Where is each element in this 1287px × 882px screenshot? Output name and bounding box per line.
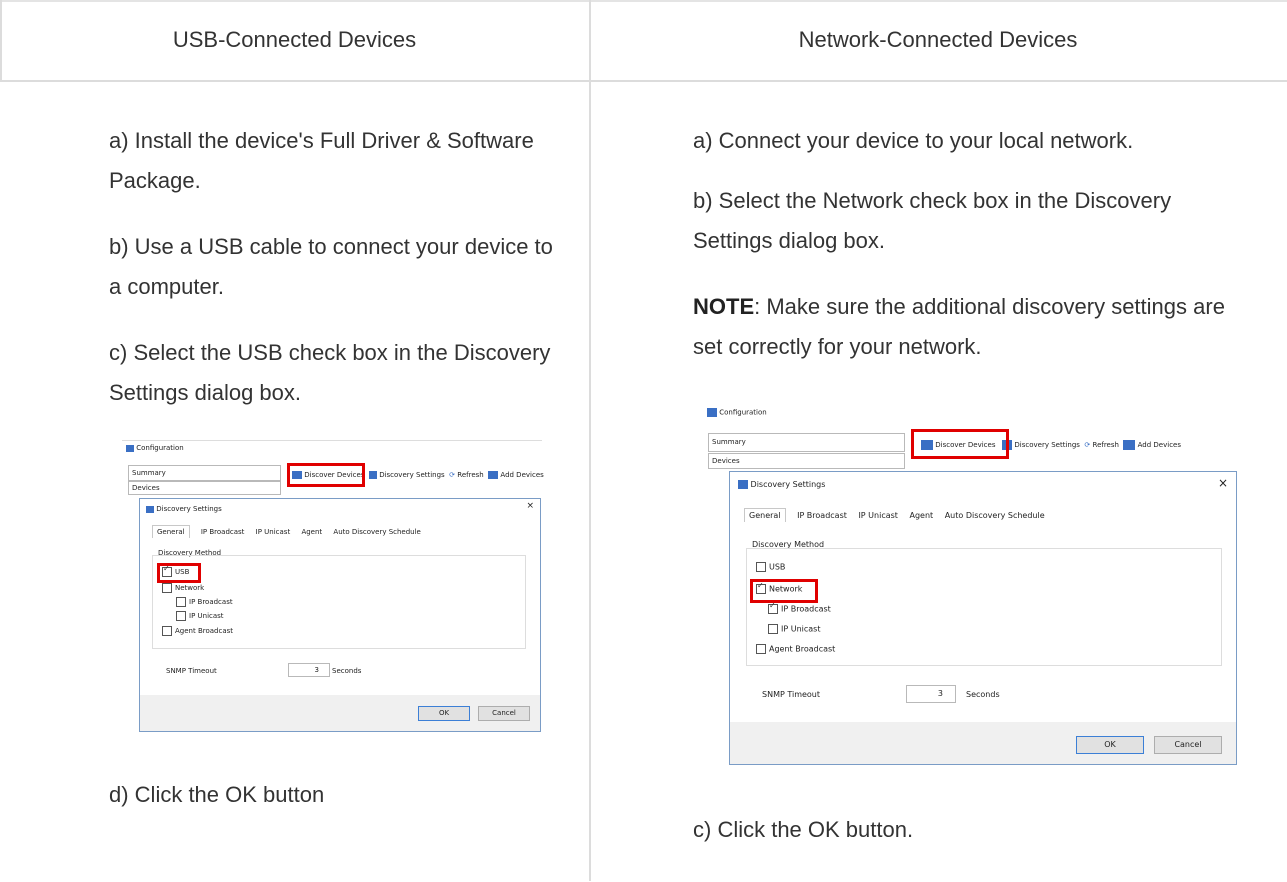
tab-ip-broadcast[interactable]: IP Broadcast xyxy=(797,511,847,520)
usb-step-b: b) Use a USB cable to connect your devic… xyxy=(109,234,553,299)
option-ip-broadcast[interactable]: IP Broadcast xyxy=(176,597,233,607)
cancel-button[interactable]: Cancel xyxy=(478,706,530,721)
refresh-button[interactable]: Refresh xyxy=(1093,441,1119,449)
agent-broadcast-checkbox[interactable] xyxy=(162,626,172,636)
close-icon[interactable]: × xyxy=(526,501,534,511)
option-agent-broadcast[interactable]: Agent Broadcast xyxy=(756,644,835,654)
discovery-settings-button[interactable]: Discovery Settings xyxy=(379,471,445,479)
devices-item[interactable]: Devices xyxy=(128,481,281,495)
tab-agent[interactable]: Agent xyxy=(909,511,933,520)
highlight-discover-devices xyxy=(287,463,365,487)
refresh-icon: ⟳ xyxy=(449,471,456,479)
dialog-tabs: General IP Broadcast IP Unicast Agent Au… xyxy=(152,525,430,538)
seconds-label: Seconds xyxy=(966,690,1000,699)
add-devices-icon xyxy=(1123,440,1136,450)
tab-auto-discovery[interactable]: Auto Discovery Schedule xyxy=(945,511,1045,520)
tab-ip-broadcast[interactable]: IP Broadcast xyxy=(201,528,245,536)
cancel-button[interactable]: Cancel xyxy=(1154,736,1222,754)
close-icon[interactable]: × xyxy=(1218,476,1228,490)
snmp-timeout-label: SNMP Timeout xyxy=(762,690,821,699)
network-checkbox[interactable] xyxy=(162,583,172,593)
add-devices-button[interactable]: Add Devices xyxy=(500,471,543,479)
refresh-button[interactable]: Refresh xyxy=(457,471,483,479)
network-note: NOTE: Make sure the additional discovery… xyxy=(693,287,1253,367)
highlight-discover-devices-network xyxy=(911,429,1009,459)
option-agent-broadcast[interactable]: Agent Broadcast xyxy=(162,626,233,636)
ip-broadcast-checkbox[interactable] xyxy=(768,601,778,614)
ok-button[interactable]: OK xyxy=(418,706,470,721)
network-step-c: c) Click the OK button. xyxy=(693,817,914,842)
add-devices-button[interactable]: Add Devices xyxy=(1138,441,1181,449)
dialog-title: Discovery Settings xyxy=(146,505,222,513)
config-title: Configuration xyxy=(126,444,184,452)
agent-broadcast-checkbox[interactable] xyxy=(756,644,766,654)
add-devices-icon xyxy=(488,471,499,479)
snmp-timeout-input[interactable]: 3 xyxy=(288,663,330,677)
tab-agent[interactable]: Agent xyxy=(301,528,322,536)
tab-ip-unicast[interactable]: IP Unicast xyxy=(256,528,291,536)
tab-general[interactable]: General xyxy=(744,508,786,522)
ok-button[interactable]: OK xyxy=(1076,736,1144,754)
ip-unicast-checkbox[interactable] xyxy=(176,611,186,621)
usb-screenshot: Configuration Summary Devices Discover D… xyxy=(122,440,544,740)
network-step-b: b) Select the Network check box in the D… xyxy=(693,188,1172,253)
usb-step-d: d) Click the OK button xyxy=(109,782,325,807)
header-usb: USB-Connected Devices xyxy=(0,0,589,82)
discovery-settings-dialog-network: Discovery Settings × General IP Broadcas… xyxy=(729,471,1237,765)
usb-step-a: a) Install the device's Full Driver & So… xyxy=(109,128,534,193)
refresh-icon: ⟳ xyxy=(1084,441,1091,449)
network-step-a: a) Connect your device to your local net… xyxy=(693,128,1134,153)
ip-unicast-checkbox[interactable] xyxy=(768,624,778,634)
highlight-usb xyxy=(157,563,201,583)
highlight-network xyxy=(750,579,818,603)
summary-item[interactable]: Summary xyxy=(128,465,281,481)
config-title-network: Configuration xyxy=(707,408,767,417)
column-divider xyxy=(589,0,591,881)
usb-step-c: c) Select the USB check box in the Disco… xyxy=(109,340,551,405)
snmp-timeout-input[interactable]: 3 xyxy=(906,685,956,703)
dialog-title-network: Discovery Settings xyxy=(738,480,825,489)
ip-broadcast-checkbox[interactable] xyxy=(176,597,186,607)
tab-general[interactable]: General xyxy=(152,525,190,538)
tab-ip-unicast[interactable]: IP Unicast xyxy=(858,511,897,520)
summary-item-network[interactable]: Summary xyxy=(708,433,905,452)
snmp-timeout-label: SNMP Timeout xyxy=(166,667,217,675)
devices-item-network[interactable]: Devices xyxy=(708,453,905,469)
option-ip-broadcast[interactable]: IP Broadcast xyxy=(768,601,831,614)
note-label: NOTE xyxy=(693,294,755,319)
tab-auto-discovery[interactable]: Auto Discovery Schedule xyxy=(333,528,420,536)
option-ip-unicast[interactable]: IP Unicast xyxy=(176,611,224,621)
network-screenshot: Configuration Summary Devices Discover D… xyxy=(703,405,1239,775)
dialog-tabs-network: General IP Broadcast IP Unicast Agent Au… xyxy=(744,508,1054,522)
usb-checkbox[interactable] xyxy=(756,562,766,572)
discovery-settings-button[interactable]: Discovery Settings xyxy=(1014,441,1080,449)
note-text: : Make sure the additional discovery set… xyxy=(693,294,1225,359)
option-ip-unicast[interactable]: IP Unicast xyxy=(768,624,820,634)
seconds-label: Seconds xyxy=(332,667,362,675)
discovery-settings-dialog: Discovery Settings × General IP Broadcas… xyxy=(139,498,541,732)
header-network: Network-Connected Devices xyxy=(589,0,1287,82)
option-usb[interactable]: USB xyxy=(756,562,785,572)
discovery-settings-icon xyxy=(368,471,377,479)
option-network[interactable]: Network xyxy=(162,583,204,593)
